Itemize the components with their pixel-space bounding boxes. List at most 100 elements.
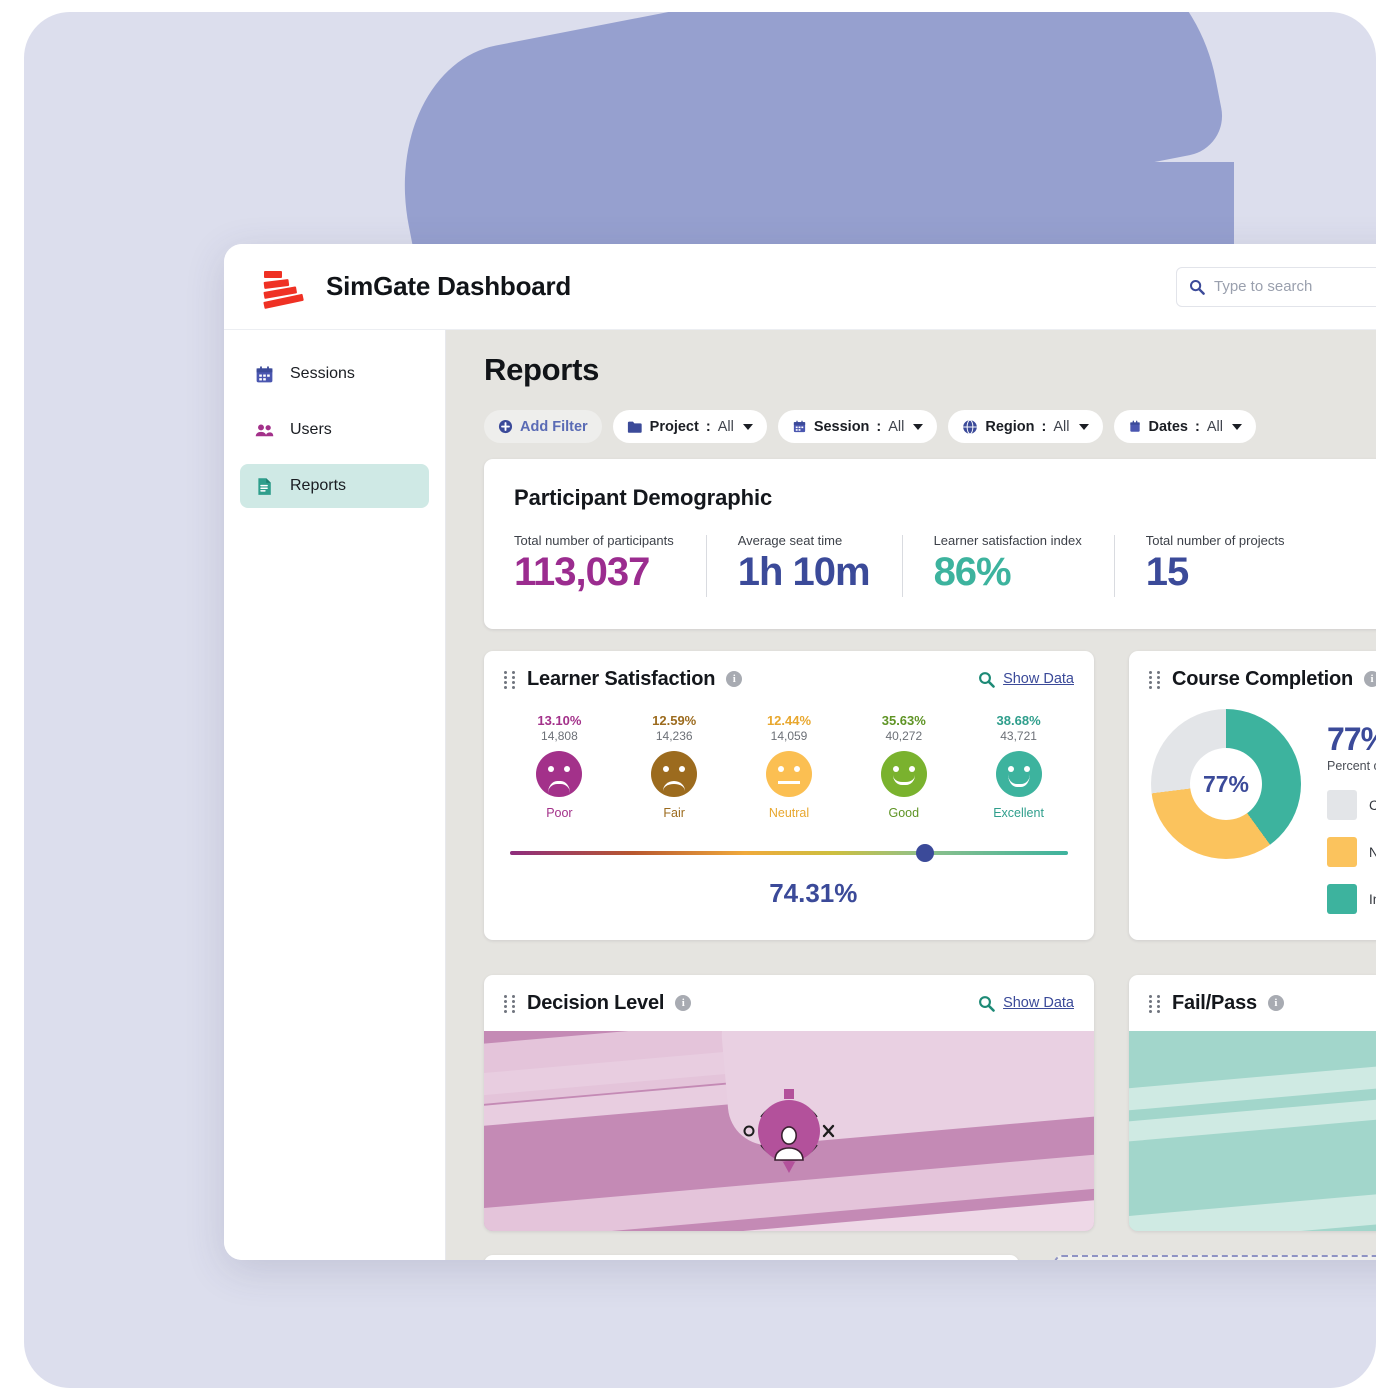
- globe-icon: [963, 419, 978, 434]
- info-icon[interactable]: i: [726, 671, 743, 687]
- category-count: 43,721: [1000, 729, 1037, 743]
- chevron-down-icon: [1231, 423, 1242, 430]
- kpi-average-seat-time: Average seat time 1h 10m: [705, 533, 902, 597]
- category-label: Neutral: [768, 806, 810, 820]
- widget-title: Course Completion: [1172, 667, 1354, 690]
- info-icon[interactable]: i: [675, 995, 692, 1011]
- calendar-icon: [256, 365, 273, 382]
- satisfaction-slider[interactable]: [510, 842, 1068, 864]
- kpi-satisfaction-index: Learner satisfaction index 86%: [901, 533, 1114, 597]
- legend-swatch: [1327, 884, 1357, 914]
- show-data-button[interactable]: Show Data: [978, 995, 1074, 1012]
- legend-label: Completed: [1369, 797, 1376, 813]
- satisfaction-item-good: 35.63% 40,272 Good: [846, 713, 961, 820]
- filter-value: All: [1053, 418, 1070, 435]
- search-icon: [979, 995, 995, 1012]
- face-sad-icon: [536, 751, 583, 797]
- learner-satisfaction-widget: Learner Satisfaction i Show Data 13.10% …: [484, 651, 1094, 940]
- sidebar: Sessions Users Reports: [224, 330, 446, 1260]
- category-percent: 35.63%: [881, 713, 926, 728]
- search-placeholder: Type to search: [1214, 278, 1313, 295]
- people-icon: [255, 423, 274, 436]
- sidebar-item-users[interactable]: Users: [240, 408, 429, 452]
- simgate-logo-icon[interactable]: [263, 265, 304, 309]
- category-count: 14,059: [770, 729, 808, 743]
- completion-percent: 77%: [1327, 721, 1376, 757]
- drag-handle-icon[interactable]: [504, 995, 516, 1013]
- category-label: Good: [888, 806, 920, 820]
- widget-title: Learner Satisfaction: [527, 667, 716, 690]
- sidebar-item-sessions[interactable]: Sessions: [240, 352, 429, 396]
- legend-swatch: [1327, 837, 1357, 867]
- legend-label: In Progress: [1369, 891, 1376, 907]
- decision-level-widget: Decision Level i Show Data: [484, 975, 1094, 1231]
- satisfaction-chart: 13.10% 14,808 Poor 12.59% 14,236 Fair 12…: [484, 707, 1094, 935]
- fail-pass-illustration: [1129, 1031, 1376, 1231]
- drag-handle-icon[interactable]: [504, 671, 516, 689]
- show-data-button[interactable]: Show Data: [978, 671, 1074, 688]
- filter-region[interactable]: Region: All: [948, 410, 1103, 443]
- kpi-value: 15: [1145, 550, 1189, 594]
- widget-header: Learner Satisfaction i Show Data: [484, 651, 1094, 707]
- search-icon: [979, 671, 995, 688]
- card-title: Participant Demographic: [514, 485, 773, 510]
- filter-value: All: [1206, 418, 1223, 435]
- filter-label: Session: [813, 418, 870, 435]
- satisfaction-item-excellent: 38.68% 43,721 Excellent: [961, 713, 1076, 820]
- category-count: 14,808: [541, 729, 578, 743]
- widget-title: Fail/Pass: [1172, 991, 1257, 1014]
- filter-project[interactable]: Project: All: [612, 410, 767, 443]
- satisfaction-item-fair: 12.59% 14,236 Fair: [617, 713, 732, 820]
- browser-window: SimGate Dashboard Type to search Session…: [224, 244, 1376, 1260]
- face-frown-icon: [651, 751, 698, 797]
- folder-icon: [627, 421, 642, 433]
- chevron-down-icon: [1078, 423, 1089, 430]
- filter-label: Project: [649, 418, 699, 435]
- app-header: SimGate Dashboard Type to search: [224, 244, 1376, 330]
- avatar: [758, 1100, 820, 1162]
- date-icon: [1129, 420, 1140, 432]
- person-target-icon: [741, 1083, 837, 1179]
- widget-grid: Learner Satisfaction i Show Data 13.10% …: [484, 651, 1376, 1231]
- category-label: Poor: [546, 806, 573, 820]
- category-percent: 12.44%: [766, 713, 812, 728]
- category-label: Excellent: [993, 806, 1044, 820]
- completion-summary: 77% Percent of Completion Completed Not …: [1301, 709, 1376, 914]
- filter-label: Dates: [1148, 418, 1189, 435]
- info-icon[interactable]: i: [1364, 671, 1376, 687]
- add-filter-button[interactable]: Add Filter: [484, 410, 602, 443]
- satisfaction-categories: 13.10% 14,808 Poor 12.59% 14,236 Fair 12…: [502, 713, 1076, 820]
- filter-session[interactable]: Session: All: [777, 410, 938, 443]
- show-data-label: Show Data: [1003, 671, 1074, 687]
- kpi-total-participants: Total number of participants 113,037: [514, 533, 706, 595]
- search-input[interactable]: Type to search: [1176, 266, 1376, 307]
- decision-level-illustration: [484, 1031, 1094, 1231]
- sidebar-item-label: Sessions: [290, 365, 355, 382]
- satisfaction-item-neutral: 12.44% 14,059 Neutral: [732, 713, 847, 820]
- completion-subtitle: Percent of Completion: [1327, 759, 1376, 773]
- filter-dates[interactable]: Dates: All: [1113, 410, 1256, 443]
- kpi-value: 86%: [933, 550, 1012, 594]
- filter-bar: Add Filter Project: All Session: All Re…: [484, 410, 1376, 443]
- face-smile-icon: [880, 751, 927, 797]
- sidebar-item-reports[interactable]: Reports: [240, 464, 429, 508]
- widget-header: Decision Level i Show Data: [484, 975, 1094, 1031]
- legend-swatch: [1327, 790, 1357, 820]
- filter-value: All: [717, 418, 734, 435]
- slider-knob[interactable]: [915, 844, 934, 862]
- calendar-icon: [793, 420, 805, 433]
- metric-feedback-widget: Metric Feedback i Show Data: [484, 1255, 1020, 1260]
- info-icon[interactable]: i: [1267, 995, 1284, 1011]
- kpi-label: Total number of participants: [514, 533, 674, 548]
- face-grin-icon: [995, 751, 1042, 797]
- widget-header: Course Completion i: [1129, 651, 1376, 707]
- drag-handle-icon[interactable]: [1149, 995, 1161, 1013]
- kpi-value: 113,037: [514, 550, 650, 594]
- drag-handle-icon[interactable]: [1149, 671, 1161, 689]
- category-percent: 12.59%: [652, 713, 697, 728]
- plus-circle-icon: [498, 419, 513, 434]
- fail-pass-widget: Fail/Pass i: [1129, 975, 1376, 1231]
- widget-drop-placeholder[interactable]: [1054, 1255, 1376, 1260]
- category-label: Fair: [663, 806, 685, 820]
- donut-chart: 77%: [1151, 709, 1301, 859]
